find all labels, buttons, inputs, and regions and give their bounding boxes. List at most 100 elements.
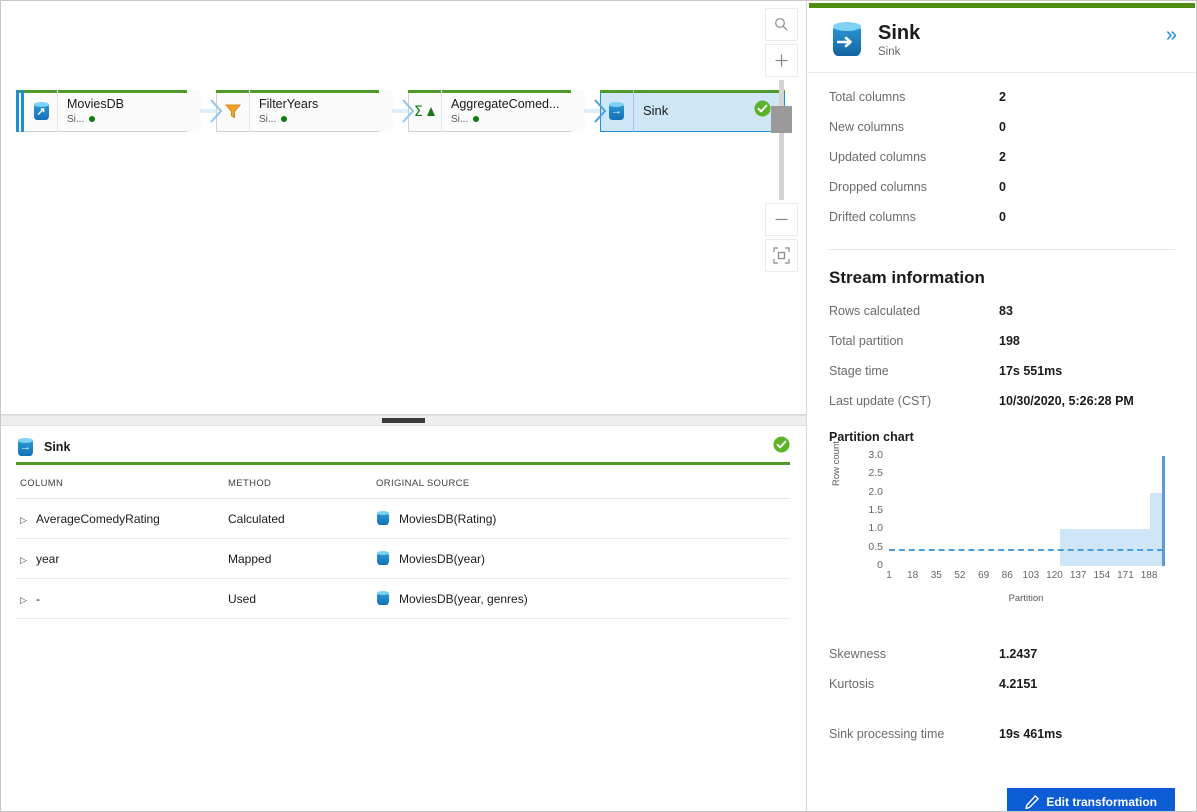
- stat-row-kurtosis: Kurtosis 4.2151: [829, 669, 1175, 699]
- cell-column: AverageComedyRating: [36, 511, 160, 526]
- stat-value: 2: [999, 150, 1006, 164]
- node-subtitle: Si...: [67, 113, 85, 125]
- stat-row-updated-columns: Updated columns 2: [829, 142, 1175, 172]
- stat-label: Last update (CST): [829, 394, 932, 408]
- source-database-icon: [376, 591, 391, 606]
- data-flow-canvas[interactable]: ↗ MoviesDB Si... FilterYears Si... Σ Agg…: [0, 0, 806, 415]
- stat-value: 10/30/2020, 5:26:28 PM: [999, 394, 1134, 408]
- node-status-dot-icon: [281, 116, 288, 122]
- edit-transformation-button[interactable]: Edit transformation: [1007, 788, 1175, 812]
- node-title: Sink: [643, 104, 669, 118]
- chart-x-axis-label: Partition: [1008, 593, 1044, 604]
- row-expander-icon[interactable]: ▷: [20, 595, 36, 606]
- stat-label: Sink processing time: [829, 727, 945, 741]
- stat-label: Skewness: [829, 647, 886, 661]
- graph-node-aggregatecomedyratings[interactable]: Σ AggregateComed... Si...: [408, 90, 585, 132]
- stat-value: 1.2437: [999, 647, 1038, 661]
- table-row[interactable]: ▷ - Used MoviesDB(year, genres): [16, 578, 790, 619]
- stat-label: Drifted columns: [829, 210, 916, 224]
- partition-chart: Row count Partition 3.0 2.5 2.0 1.5 1.0 0.5 0 1…: [829, 441, 1174, 623]
- stat-label: Dropped columns: [829, 180, 927, 194]
- chart-y-tick: 3.0: [868, 449, 883, 461]
- inspect-success-check-icon: [773, 436, 790, 458]
- partition-chart-title: Partition chart: [829, 430, 914, 444]
- node-subtitle-row: Si...: [451, 113, 585, 126]
- cell-original-source: MoviesDB(Rating): [399, 511, 497, 526]
- stat-value: 198: [999, 334, 1020, 348]
- zoom-in-icon[interactable]: [765, 44, 798, 77]
- pencil-icon: [1025, 794, 1040, 809]
- stat-row-rows-calculated: Rows calculated 83: [829, 296, 1175, 326]
- inspect-title: Sink: [44, 440, 71, 454]
- sink-database-icon: →: [16, 437, 35, 457]
- stat-value: 0: [999, 210, 1006, 224]
- zoom-out-icon[interactable]: [765, 203, 798, 236]
- collapse-panel-chevron-icon[interactable]: »: [1166, 24, 1177, 47]
- stat-row-total-partition: Total partition 198: [829, 326, 1175, 356]
- node-subtitle: Si...: [451, 113, 469, 125]
- chart-bar: [1150, 492, 1162, 566]
- source-database-icon: ↗: [25, 90, 58, 132]
- node-title: MoviesDB: [67, 96, 124, 111]
- cell-original-source: MoviesDB(year, genres): [399, 591, 528, 606]
- chart-y-tick: 1.0: [868, 522, 883, 535]
- stat-row-total-columns: Total columns 2: [829, 82, 1175, 112]
- graph-node-moviesdb[interactable]: ↗ MoviesDB Si...: [16, 90, 201, 132]
- row-expander-icon[interactable]: ▷: [20, 515, 36, 526]
- table-row[interactable]: ▷ year Mapped MoviesDB(year): [16, 538, 790, 579]
- inspect-table: COLUMN METHOD ORIGINAL SOURCE ▷ AverageCo…: [16, 465, 790, 619]
- panel-body: Total columns 2 New columns 0 Updated co…: [807, 73, 1197, 812]
- edit-transformation-label: Edit transformation: [1046, 794, 1157, 809]
- stat-label: Stage time: [829, 364, 889, 378]
- stat-label: Kurtosis: [829, 677, 875, 691]
- table-header-row: COLUMN METHOD ORIGINAL SOURCE: [16, 465, 790, 499]
- pane-splitter[interactable]: [0, 415, 806, 426]
- cell-method: Used: [228, 578, 376, 619]
- panel-subtitle: Sink: [878, 46, 901, 58]
- graph-node-filteryears[interactable]: FilterYears Si...: [216, 90, 393, 132]
- stat-row-sink-processing-time: Sink processing time 19s 461ms: [829, 719, 1175, 749]
- zoom-slider[interactable]: [771, 80, 792, 200]
- stat-row-last-update: Last update (CST) 10/30/2020, 5:26:28 PM: [829, 386, 1175, 416]
- node-subtitle-row: Si...: [67, 113, 201, 126]
- column-header-method: METHOD: [228, 465, 376, 499]
- search-icon[interactable]: [765, 8, 798, 41]
- node-status-dot-icon: [89, 116, 96, 122]
- data-flow-debug-screen: ↗ MoviesDB Si... FilterYears Si... Σ Agg…: [0, 0, 1197, 812]
- inspect-header: → Sink: [16, 426, 790, 458]
- graph-node-sink[interactable]: → Sink: [600, 90, 785, 132]
- arrowhead-1: [210, 99, 223, 123]
- panel-header: Sink Sink »: [807, 8, 1197, 73]
- stat-value: 4.2151: [999, 677, 1038, 691]
- node-subtitle-row: Si...: [259, 113, 393, 126]
- data-flow-graph: ↗ MoviesDB Si... FilterYears Si... Σ Agg…: [0, 0, 806, 414]
- chart-y-tick: 2.5: [868, 467, 883, 480]
- stat-row-skewness: Skewness 1.2437: [829, 639, 1175, 669]
- arrowhead-3: [594, 99, 607, 123]
- splitter-grab-handle[interactable]: [381, 418, 425, 423]
- cell-method: Mapped: [228, 538, 376, 579]
- node-title: AggregateComed...: [451, 96, 560, 111]
- column-header-column: COLUMN: [16, 465, 228, 499]
- canvas-zoom-toolbar[interactable]: [765, 8, 798, 272]
- details-panel: Sink Sink » Total columns 2 New columns …: [806, 0, 1197, 812]
- source-database-icon: [376, 511, 391, 526]
- stat-value: 0: [999, 180, 1006, 194]
- stat-row-drifted-columns: Drifted columns 0: [829, 202, 1175, 232]
- zoom-slider-handle[interactable]: [771, 106, 792, 133]
- stat-row-new-columns: New columns 0: [829, 112, 1175, 142]
- row-expander-icon[interactable]: ▷: [20, 555, 36, 566]
- stat-value: 83: [999, 304, 1013, 318]
- fit-to-screen-icon[interactable]: [765, 239, 798, 272]
- cell-column: year: [36, 551, 60, 566]
- cell-original-source: MoviesDB(year): [399, 551, 486, 566]
- chart-x-tick: 188: [1140, 570, 1158, 581]
- stat-label: Total partition: [829, 334, 904, 348]
- node-status-dot-icon: [473, 116, 480, 122]
- table-row[interactable]: ▷ AverageComedyRating Calculated MoviesDB…: [16, 498, 790, 539]
- chart-plot-area: [889, 456, 1165, 566]
- chart-y-axis-label: Row count: [831, 441, 842, 486]
- chart-y-tick: 2.0: [868, 485, 883, 498]
- arrowhead-2: [402, 99, 415, 123]
- chart-y-tick: 1.5: [868, 504, 883, 516]
